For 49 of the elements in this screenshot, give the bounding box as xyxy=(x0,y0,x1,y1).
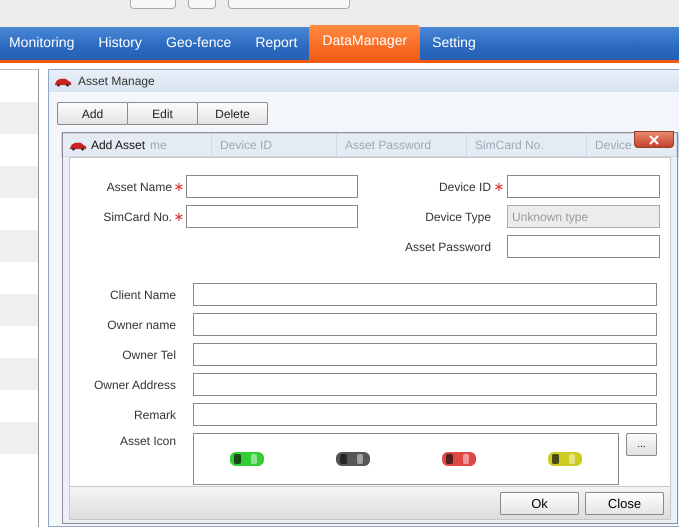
browse-button[interactable]: ... xyxy=(626,433,657,456)
required-mark: ∗ xyxy=(172,179,186,194)
nav-tab[interactable]: Report xyxy=(243,27,310,60)
icon-picker[interactable] xyxy=(193,433,619,485)
field-label: SimCard No. xyxy=(102,210,172,224)
car-icon[interactable] xyxy=(441,450,477,468)
field-label: Owner Tel xyxy=(121,348,176,362)
nav-tab[interactable]: History xyxy=(86,27,154,60)
column-header: SimCard No. xyxy=(475,138,544,152)
required-mark: ∗ xyxy=(172,209,186,224)
input-field[interactable] xyxy=(186,175,358,198)
car-icon[interactable] xyxy=(547,450,583,468)
column-header: Asset Password xyxy=(345,138,432,152)
panel-title: Asset Manage xyxy=(78,74,155,88)
column-header: Device ID xyxy=(220,138,272,152)
input-field[interactable] xyxy=(193,283,657,306)
nav-tab[interactable]: Geo-fence xyxy=(154,27,244,60)
field-label: Asset Name xyxy=(106,180,172,194)
input-field[interactable] xyxy=(507,175,660,198)
field-label: Asset Password xyxy=(404,240,491,254)
column-header: me xyxy=(150,138,167,152)
input-field[interactable] xyxy=(193,403,657,426)
toolbar-button[interactable]: Add xyxy=(57,102,128,125)
field-label: Owner name xyxy=(106,318,176,332)
field-label: Owner Address xyxy=(92,378,176,392)
car-icon[interactable] xyxy=(229,450,265,468)
dialog-title: Add Asset xyxy=(91,138,146,152)
field-label: Asset Icon xyxy=(118,433,176,448)
input-field[interactable] xyxy=(507,235,660,258)
field-label: Remark xyxy=(132,408,176,422)
input-field[interactable] xyxy=(186,205,358,228)
input-field[interactable] xyxy=(193,343,657,366)
field-label: Client Name xyxy=(108,288,176,302)
input-field[interactable] xyxy=(193,313,657,336)
nav-tab[interactable]: DataManager xyxy=(309,25,420,60)
required-mark: ∗ xyxy=(492,179,506,194)
car-icon[interactable] xyxy=(335,450,371,468)
toolbar-button[interactable]: Edit xyxy=(127,102,198,125)
toolbar-button[interactable]: Delete xyxy=(197,102,268,125)
dialog-button[interactable]: Close xyxy=(585,492,664,514)
close-icon xyxy=(649,134,659,144)
nav-tab[interactable]: Monitoring xyxy=(0,27,86,60)
close-button[interactable] xyxy=(634,131,674,148)
dialog-button[interactable]: Ok xyxy=(500,492,579,514)
field-label: Device Type xyxy=(424,210,491,224)
field-label: Device ID xyxy=(438,180,491,194)
nav-tab[interactable]: Setting xyxy=(420,27,488,60)
input-field[interactable] xyxy=(193,373,657,396)
column-header: Device xyxy=(595,138,632,152)
